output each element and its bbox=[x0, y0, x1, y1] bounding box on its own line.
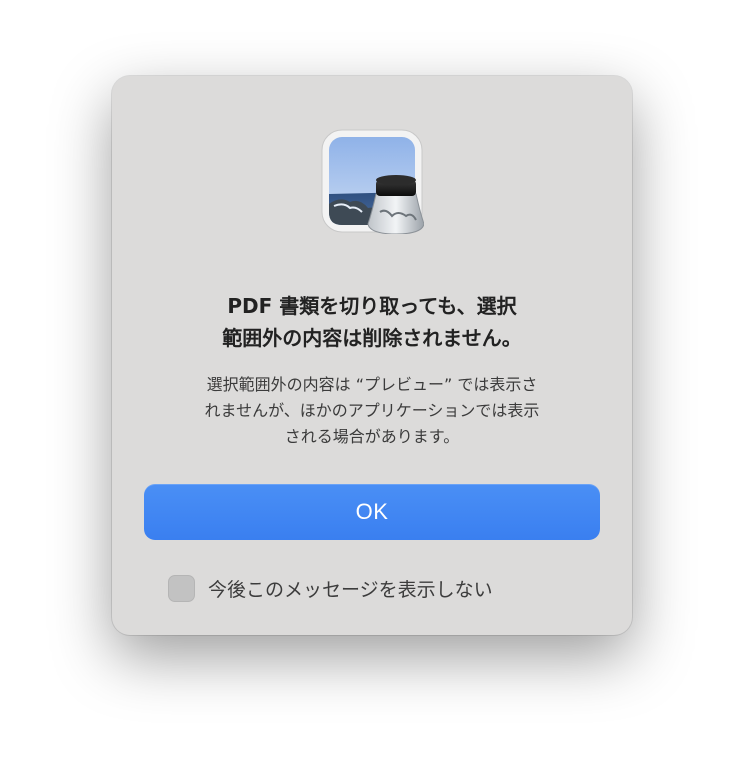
alert-title-line: 範囲外の内容は削除されません。 bbox=[222, 326, 522, 350]
suppress-option[interactable]: 今後このメッセージを表示しない bbox=[168, 573, 493, 603]
alert-message: 選択範囲外の内容は “プレビュー” では表示さ れませんが、ほかのアプリケーショ… bbox=[142, 372, 602, 450]
alert-title: PDF 書類を切り取っても、選択 範囲外の内容は削除されません。 bbox=[142, 290, 602, 354]
ok-button[interactable]: OK bbox=[144, 484, 600, 540]
suppress-checkbox-label[interactable]: 今後このメッセージを表示しない bbox=[208, 575, 493, 602]
alert-message-line: れませんが、ほかのアプリケーションでは表示 bbox=[204, 401, 540, 420]
alert-message-line: される場合があります。 bbox=[284, 427, 460, 446]
ink-bottle-icon bbox=[367, 175, 424, 234]
suppress-checkbox[interactable] bbox=[168, 574, 195, 602]
alert-dialog: PDF 書類を切り取っても、選択 範囲外の内容は削除されません。 選択範囲外の内… bbox=[112, 76, 632, 635]
alert-title-line: PDF 書類を切り取っても、選択 bbox=[227, 294, 517, 318]
alert-message-line: 選択範囲外の内容は “プレビュー” では表示さ bbox=[206, 375, 538, 394]
preview-app-icon bbox=[321, 129, 424, 234]
